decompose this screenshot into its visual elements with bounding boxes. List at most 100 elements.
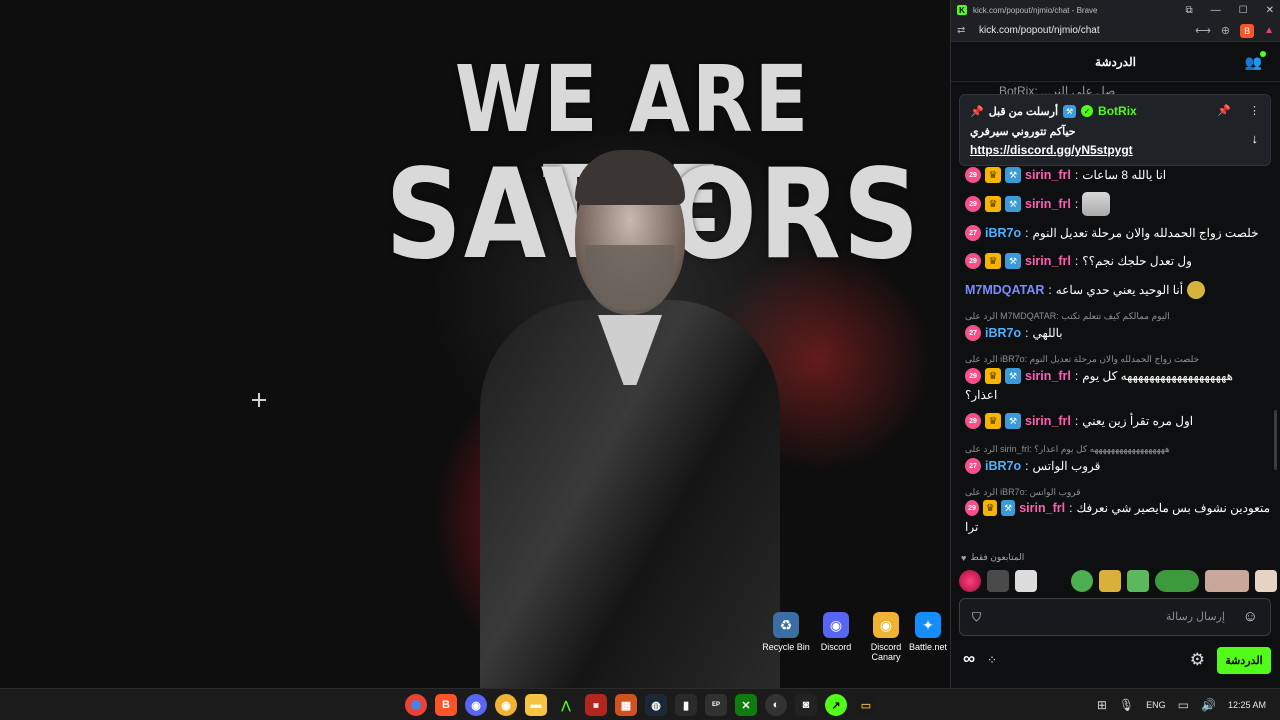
kick-points-icon[interactable]: ⁘ [987,653,997,667]
chat-message[interactable]: 29 ♛ ⚒ sirin_frl: متعودين نشوف بس مايصير… [965,500,1270,516]
chat-username[interactable]: iBR7o [985,226,1021,240]
chat-message[interactable]: 29 ♛ ⚒ sirin_frl: [965,192,1270,216]
zoom-icon[interactable]: ⊕ [1221,24,1230,37]
chat-username[interactable]: sirin_frl [1025,369,1071,383]
emote-icon[interactable] [1127,570,1149,592]
xbox-icon[interactable]: ✕ [735,694,757,716]
mouse-cursor-icon [252,393,266,407]
chat-username[interactable]: sirin_frl [1025,197,1071,211]
chat-username[interactable]: sirin_frl [1025,414,1071,428]
volume-icon[interactable]: 🔊 [1201,698,1216,712]
window-titlebar[interactable]: K kick.com/popout/njmio/chat - Brave ⧉ —… [951,0,1280,20]
app-icon[interactable]: ▮ [675,694,697,716]
site-info-icon[interactable]: ⇄ [957,25,973,36]
brave-shields-icon[interactable]: B [1240,23,1255,38]
infinity-icon[interactable]: ∞ [963,649,975,669]
chat-input[interactable]: ⛉ إرسال رسالة ☺ [959,598,1271,636]
emote-row [959,570,1277,592]
chat-text: انا يالله 8 ساعات [1082,168,1167,182]
send-chat-button[interactable]: الدردشة [1217,647,1271,674]
taskbar: B ◉ ◉ ▬ ⋀ ▣ ▦ ◍ ▮ EP ✕ ◐ ◙ ↗ ▭ ⊞ 🎙 ENG ▭… [0,688,1280,720]
recycle-bin-icon: ♻ [773,612,799,638]
discord-icon[interactable]: ◉ [465,694,487,716]
address-bar[interactable]: ⇄ kick.com/popout/njmio/chat ⟷ ⊕ B ▲ [951,20,1280,42]
desktop-icon-discord[interactable]: ◉ Discord [810,612,862,652]
url-text[interactable]: kick.com/popout/njmio/chat [979,25,1195,36]
chat-text: متعودين نشوف بس مايصير شي نعرفك [1076,501,1271,515]
emoji-picker-icon[interactable]: ☺ [1243,608,1258,625]
emote-bar: ♥ المتابعون فقط [951,548,1280,598]
pinned-link[interactable]: https://discord.gg/yN5stpygt [970,143,1133,157]
reply-reference[interactable]: الرد على sirin_frl: ههههههههههههههههههه … [965,444,1270,455]
emote-icon[interactable] [1071,570,1093,592]
chat-message[interactable]: 29 ♛ ⚒ sirin_frl: اول مره تقرأ زين يعني [965,413,1270,429]
chat-username[interactable]: iBR7o [985,326,1021,340]
chat-username[interactable]: iBR7o [985,459,1021,473]
reply-reference[interactable]: الرد على iBR7o: قروب الواتس [965,487,1270,498]
chat-scrollbar[interactable] [1274,410,1277,470]
bot-badge-icon: ⚒ [1063,104,1077,118]
followers-only-label: ♥ المتابعون فقط [961,552,1024,563]
desktop-icon-recycle-bin[interactable]: ♻ Recycle Bin [760,612,812,652]
pinned-message[interactable]: 📌 أرسلت من قبل ⚒ ✓ BotRix 📌 ⋮ حيآكم تتور… [959,94,1271,166]
epic-games-icon[interactable]: EP [705,694,727,716]
chat-username[interactable]: sirin_frl [1025,168,1071,182]
chrome-icon[interactable] [405,694,427,716]
desktop-icon-battlenet[interactable]: ✦ Battle.net [905,612,951,652]
emote-icon[interactable] [1099,570,1121,592]
reply-reference[interactable]: الرد على M7MDQATAR: اليوم ممالكم كيف تتع… [965,311,1270,322]
unpin-icon[interactable]: 📌 [1217,104,1231,117]
translate-icon[interactable]: ⟷ [1195,24,1211,37]
emote-icon[interactable] [1205,570,1249,592]
more-options-icon[interactable]: ⋮ [1249,104,1260,117]
maximize-button[interactable]: ☐ [1239,5,1248,16]
obs-icon[interactable]: ◐ [765,694,787,716]
discord-canary-icon[interactable]: ◉ [495,694,517,716]
app-icon[interactable]: ▣ [585,694,607,716]
gear-icon[interactable]: ⚙ [1190,650,1205,670]
subscriber-badge: 29 [965,368,981,384]
users-icon[interactable]: 👥 [1245,54,1262,71]
emote-icon[interactable] [1043,570,1065,592]
close-button[interactable]: ✕ [1266,5,1274,16]
chat-message[interactable]: M7MDQATAR: أنا الوحيد يعني حدي ساعه [965,281,1270,299]
extensions-icon[interactable]: ⧉ [1186,5,1193,16]
microphone-icon[interactable]: 🎙 [1119,698,1134,712]
shield-icon[interactable]: ⛉ [972,610,981,625]
reply-reference[interactable]: الرد على iBR7o: خلصت زواج الحمدلله والان… [965,354,1270,365]
expand-arrow-icon[interactable]: ↓ [1252,131,1259,146]
network-icon[interactable]: ▭ [1178,698,1189,712]
file-explorer-icon[interactable]: ▬ [525,694,547,716]
colon: : [1025,459,1029,473]
emote-icon[interactable] [987,570,1009,592]
pinned-username[interactable]: BotRix [1098,104,1137,118]
app-icon[interactable]: ⋀ [555,694,577,716]
emote-icon[interactable] [1015,570,1037,592]
language-indicator[interactable]: ENG [1146,700,1166,710]
chat-username[interactable]: M7MDQATAR [965,283,1044,297]
brave-rewards-icon[interactable]: ▲ [1264,25,1274,36]
colon: : [1074,168,1079,182]
chat-message[interactable]: 29 ♛ ⚒ sirin_frl: ول تعدل حلجك نجم؟؟ [965,253,1270,269]
clock[interactable]: 12:25 AM [1228,700,1266,710]
brave-icon[interactable]: B [435,694,457,716]
chat-message[interactable]: 29 ♛ ⚒ sirin_frl: هههههههههههههههههههه ك… [965,368,1270,384]
chat-message[interactable]: 27 iBR7o: باللهي [965,325,1270,341]
emote-icon[interactable] [959,570,981,592]
app-icon[interactable]: ▦ [615,694,637,716]
chat-message[interactable]: 29 ♛ ⚒ sirin_frl: انا يالله 8 ساعات [965,167,1270,183]
emote-icon[interactable] [1155,570,1199,592]
steam-icon[interactable]: ◍ [645,694,667,716]
chat-username[interactable]: sirin_frl [1019,501,1065,515]
app-icon[interactable]: ◙ [795,694,817,716]
minimize-button[interactable]: — [1211,5,1221,16]
widgets-icon[interactable]: ⊞ [1097,698,1107,712]
chat-text-continued: ترا [965,520,979,534]
chat-message[interactable]: 27 iBR7o: قروب الواتس [965,458,1270,474]
chat-message[interactable]: 27 iBR7o: خلصت زواج الحمدلله والان مرحلة… [965,225,1270,241]
chat-username[interactable]: sirin_frl [1025,254,1071,268]
kick-app-icon[interactable]: ↗ [825,694,847,716]
emote-icon[interactable] [1255,570,1277,592]
subscriber-badge: 27 [965,225,981,241]
app-icon[interactable]: ▭ [855,694,877,716]
